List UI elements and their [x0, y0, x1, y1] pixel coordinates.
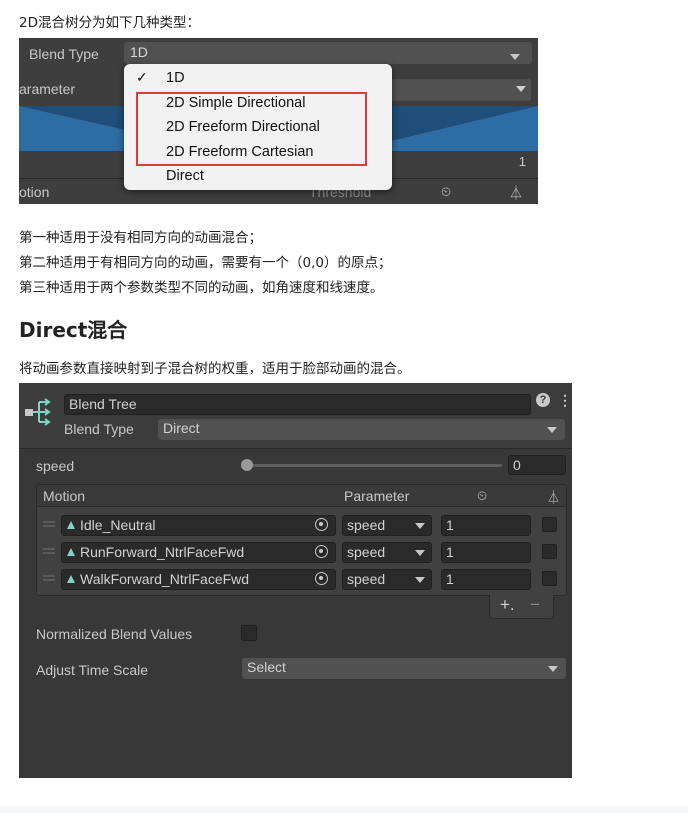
adjust-time-scale-label: Adjust Time Scale	[36, 662, 149, 678]
value-input[interactable]: 1	[441, 569, 531, 590]
page-footer	[0, 806, 688, 813]
time-icon: ⏲	[441, 184, 452, 199]
mirror-checkbox[interactable]	[542, 571, 557, 586]
add-motion-button[interactable]: +.	[500, 595, 515, 615]
speed-label: speed	[36, 458, 75, 474]
object-picker-icon[interactable]	[315, 572, 328, 585]
value-input[interactable]: 1	[441, 515, 531, 536]
chevron-down-icon	[548, 666, 558, 672]
adjust-time-scale-select[interactable]: Select	[242, 658, 566, 679]
time-icon: ⏲	[477, 488, 488, 503]
mirror-checkbox[interactable]	[542, 544, 557, 559]
blend-type-select[interactable]: 1D	[124, 42, 532, 64]
chevron-down-icon	[415, 577, 425, 583]
highlight-box	[136, 92, 367, 166]
animation-clip-icon	[67, 521, 75, 529]
mirror-checkbox[interactable]	[542, 517, 557, 532]
chevron-down-icon	[415, 550, 425, 556]
parameter-label: arameter	[19, 81, 76, 97]
blend-type-select[interactable]: Direct	[158, 419, 565, 440]
drag-handle-icon[interactable]	[43, 521, 55, 527]
chevron-down-icon	[415, 523, 425, 529]
animation-clip-icon	[67, 548, 75, 556]
intro-text: 2D混合树分为如下几种类型：	[19, 15, 200, 31]
object-picker-icon[interactable]	[315, 518, 328, 531]
blend-tree-name-input[interactable]: Blend Tree	[64, 394, 531, 415]
chevron-down-icon	[547, 427, 557, 433]
motion-row: WalkForward_NtrlFaceFwd speed 1	[37, 567, 566, 591]
add-remove-footer: +. −	[489, 595, 554, 619]
normalized-blend-checkbox[interactable]	[241, 625, 257, 641]
threshold-max: 1	[518, 154, 526, 169]
value-input[interactable]: 1	[441, 542, 531, 563]
mirror-icon: ⏃	[547, 490, 561, 505]
dropdown-item-direct[interactable]: Direct	[166, 168, 204, 184]
parameter-select[interactable]	[379, 79, 531, 101]
speed-slider-thumb[interactable]	[241, 459, 253, 471]
section-text: 将动画参数直接映射到子混合树的权重，适用于脸部动画的混合。	[19, 361, 411, 377]
parameter-select[interactable]: speed	[342, 515, 432, 536]
help-icon[interactable]: ?	[536, 393, 550, 407]
section-heading: Direct混合	[19, 318, 128, 342]
parameter-select[interactable]: speed	[342, 542, 432, 563]
motion-label: otion	[19, 184, 50, 200]
motion-row: RunForward_NtrlFaceFwd speed 1	[37, 540, 566, 564]
motion-row: Idle_Neutral speed 1	[37, 513, 566, 537]
normalized-blend-label: Normalized Blend Values	[36, 626, 193, 642]
motion-list-header: Motion Parameter ⏲ ⏃	[37, 485, 566, 507]
check-icon: ✓	[136, 69, 148, 85]
dropdown-item-1d[interactable]: 1D	[166, 70, 185, 86]
motion-field[interactable]: RunForward_NtrlFaceFwd	[61, 542, 336, 563]
speed-value-input[interactable]: 0	[508, 455, 566, 475]
blend-tree-icon	[25, 398, 51, 426]
chevron-down-icon	[516, 86, 526, 92]
explanation-1: 第一种适用于没有相同方向的动画混合；	[19, 230, 262, 246]
chevron-down-icon	[510, 54, 520, 60]
kebab-menu-icon[interactable]: ⋮	[558, 392, 572, 408]
explanation-3: 第三种适用于两个参数类型不同的动画，如角速度和线速度。	[19, 280, 384, 296]
explanation-2: 第二种适用于有相同方向的动画，需要有一个（0,0）的原点；	[19, 255, 392, 271]
object-picker-icon[interactable]	[315, 545, 328, 558]
inspector-header: Blend Tree ? ⋮ Blend Type Direct	[19, 383, 572, 449]
direct-blend-tree-inspector: Blend Tree ? ⋮ Blend Type Direct speed 0…	[19, 383, 572, 778]
mirror-icon: ⏃	[509, 185, 523, 201]
remove-motion-button[interactable]: −	[530, 595, 540, 615]
speed-slider-track[interactable]	[247, 464, 502, 467]
motion-list: Motion Parameter ⏲ ⏃ Idle_Neutral speed …	[36, 484, 567, 596]
blend-type-label: Blend Type	[64, 421, 134, 437]
parameter-header: Parameter	[344, 488, 410, 504]
animation-clip-icon	[67, 575, 75, 583]
blend-type-label: Blend Type	[29, 46, 99, 62]
drag-handle-icon[interactable]	[43, 548, 55, 554]
drag-handle-icon[interactable]	[43, 575, 55, 581]
motion-header: Motion	[43, 488, 86, 504]
motion-field[interactable]: Idle_Neutral	[61, 515, 336, 536]
parameter-select[interactable]: speed	[342, 569, 432, 590]
motion-field[interactable]: WalkForward_NtrlFaceFwd	[61, 569, 336, 590]
